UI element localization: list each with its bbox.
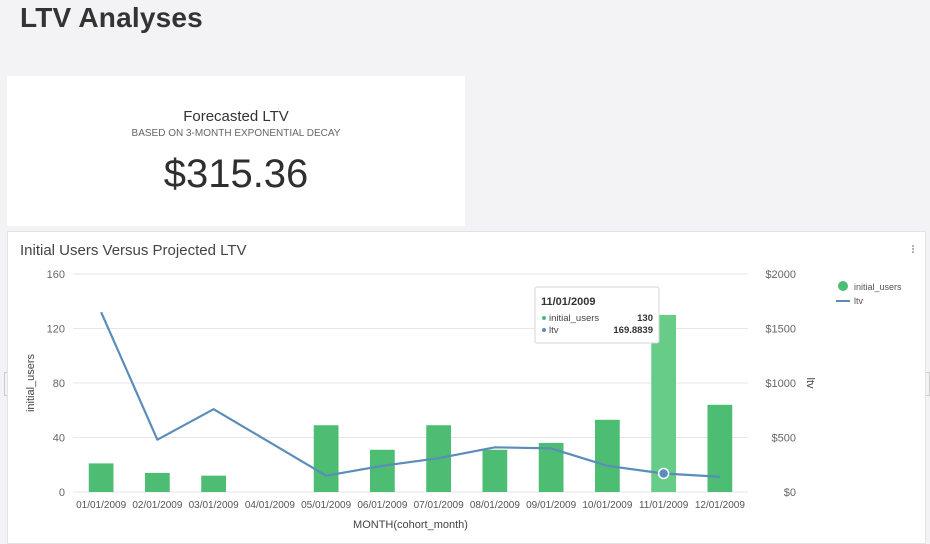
- tooltip-series-value: 130: [637, 313, 653, 324]
- x-tick-label: 09/01/2009: [526, 500, 576, 511]
- x-tick-label: 11/01/2009: [639, 500, 689, 511]
- x-tick-label: 08/01/2009: [470, 500, 520, 511]
- y2-tick-label: $1500: [765, 324, 796, 336]
- tooltip-series-value: 169.8839: [613, 325, 653, 336]
- tooltip-series-name: initial_users: [549, 313, 599, 324]
- y2-tick-label: $0: [784, 487, 796, 499]
- tooltip-dot: [542, 316, 546, 320]
- x-tick-label: 06/01/2009: [357, 500, 407, 511]
- x-tick-label: 05/01/2009: [301, 500, 351, 511]
- tooltip-series-name: ltv: [549, 325, 559, 336]
- bar: [482, 449, 508, 492]
- bar: [595, 419, 620, 492]
- y2-tick-label: $500: [772, 433, 796, 445]
- x-tick-label: 03/01/2009: [189, 500, 239, 511]
- y2-tick-label: $1000: [765, 378, 796, 390]
- bar: [370, 449, 395, 492]
- bar: [313, 425, 339, 492]
- y-tick-label: 160: [47, 269, 65, 281]
- y2-axis-label: ltv: [804, 378, 816, 390]
- bar: [201, 475, 226, 492]
- y2-tick-label: $2000: [765, 269, 796, 281]
- y-tick-label: 80: [53, 378, 65, 390]
- x-tick-label: 12/01/2009: [695, 500, 745, 511]
- legend-label-initial-users: initial_users: [854, 282, 902, 292]
- highlight-point: [657, 467, 670, 480]
- x-tick-label: 02/01/2009: [132, 500, 182, 511]
- bar: [88, 463, 114, 492]
- tooltip-title: 11/01/2009: [541, 296, 595, 308]
- tooltip-dot: [542, 328, 546, 332]
- legend-marker-initial-users: [838, 281, 848, 291]
- legend-label-ltv: ltv: [854, 296, 864, 306]
- y-axis-label: initial_users: [25, 353, 37, 412]
- x-tick-label: 04/01/2009: [245, 500, 295, 511]
- x-tick-label: 07/01/2009: [414, 500, 464, 511]
- y-tick-label: 120: [47, 324, 65, 336]
- y-tick-label: 0: [59, 487, 65, 499]
- x-tick-label: 01/01/2009: [76, 500, 126, 511]
- y-tick-label: 40: [53, 433, 65, 445]
- bar: [145, 472, 170, 492]
- combo-chart: 0 40 80 120 160 $0 $500 $1000 $1500 $2000 initial_…: [25, 269, 902, 531]
- bar: [707, 404, 733, 492]
- x-axis-label: MONTH(cohort_month): [353, 519, 468, 531]
- x-tick-label: 10/01/2009: [582, 500, 632, 511]
